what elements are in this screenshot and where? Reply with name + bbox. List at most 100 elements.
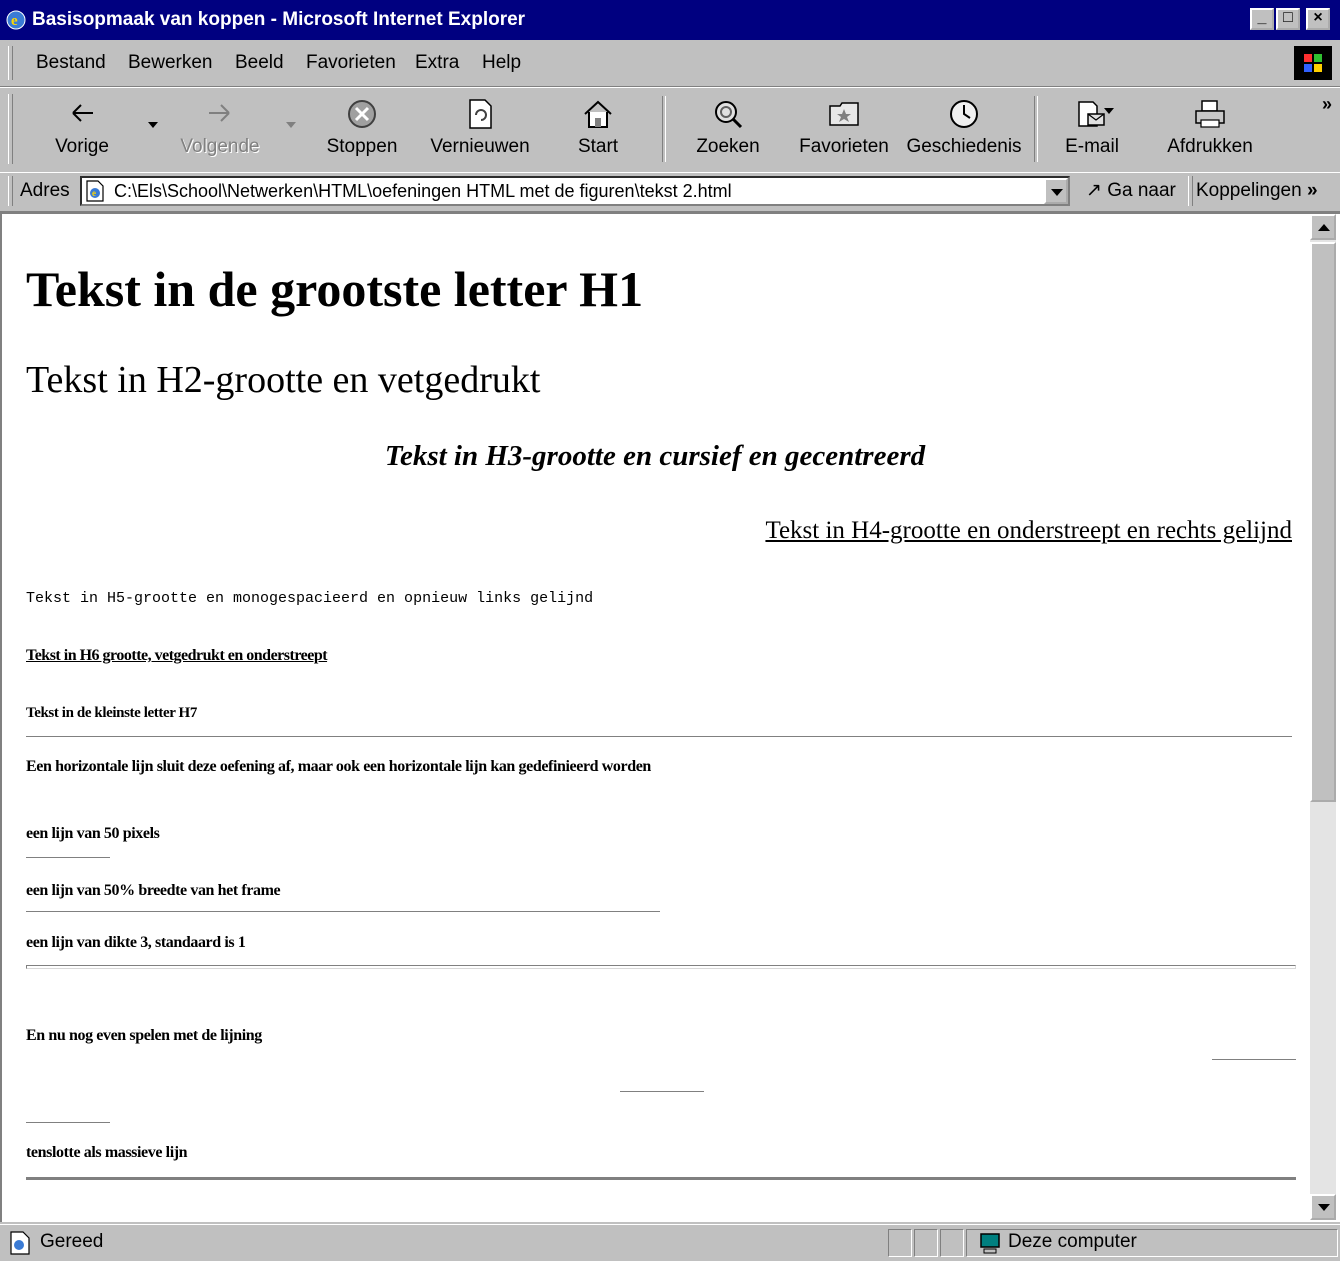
address-input[interactable]: e C:\Els\School\Netwerken\HTML\oefeninge…: [80, 176, 1070, 206]
maximize-button[interactable]: □: [1276, 8, 1300, 30]
heading-h2: Tekst in H2-grootte en vetgedrukt: [26, 359, 541, 401]
horizontal-rule-solid: [26, 1177, 1296, 1180]
favorites-button[interactable]: Favorieten: [796, 88, 892, 168]
horizontal-rule-center: [620, 1091, 704, 1093]
page-icon: e: [86, 180, 104, 202]
windows-logo-icon: [1294, 46, 1332, 80]
stop-icon: [348, 100, 376, 128]
stop-button[interactable]: Stoppen: [320, 88, 404, 168]
solid-line-text: tenslotte als massieve lijn: [26, 1144, 188, 1161]
home-button[interactable]: Start: [558, 88, 638, 168]
status-bar: Gereed Deze computer: [0, 1224, 1340, 1261]
print-label: Afdrukken: [1167, 136, 1253, 157]
menu-bestand[interactable]: Bestand: [36, 52, 106, 74]
search-icon: [715, 101, 743, 129]
window-title: Basisopmaak van koppen - Microsoft Inter…: [32, 9, 526, 30]
go-button[interactable]: ↗ Ga naar: [1086, 175, 1176, 207]
history-label: Geschiedenis: [906, 136, 1022, 157]
scroll-up-button[interactable]: [1310, 214, 1336, 240]
page-status-icon: [10, 1231, 30, 1255]
back-arrow-icon: [72, 104, 93, 122]
ie-logo-icon: e: [6, 10, 26, 30]
address-dropdown-button[interactable]: [1044, 178, 1068, 204]
title-bar[interactable]: e Basisopmaak van koppen - Microsoft Int…: [0, 0, 1340, 40]
address-label: Adres: [20, 180, 70, 201]
heading-h6: Tekst in H6 grootte, vetgedrukt en onder…: [26, 647, 328, 664]
status-pane: [888, 1229, 912, 1257]
menu-favorieten[interactable]: Favorieten: [306, 52, 396, 74]
menu-bar: Bestand Bewerken Beeld Favorieten Extra …: [0, 40, 1340, 87]
line-thick-text: een lijn van dikte 3, standaard is 1: [26, 934, 246, 951]
horizontal-rule-50px: [26, 857, 110, 859]
refresh-button[interactable]: Vernieuwen: [424, 88, 536, 168]
print-icon: [1195, 100, 1225, 128]
history-icon: [950, 100, 978, 128]
back-dropdown-icon[interactable]: [148, 122, 158, 128]
status-text: Gereed: [40, 1231, 104, 1252]
scroll-down-button[interactable]: [1310, 1194, 1336, 1220]
links-toolbar[interactable]: Koppelingen »: [1196, 175, 1318, 207]
horizontal-rule-thick: [26, 965, 1296, 969]
line-50pct-text: een lijn van 50% breedte van het frame: [26, 882, 281, 899]
address-url: C:\Els\School\Netwerken\HTML\oefeningen …: [114, 181, 732, 201]
horizontal-rule: [26, 736, 1292, 738]
search-button[interactable]: Zoeken: [686, 88, 770, 168]
home-label: Start: [577, 136, 619, 157]
line-50px-text: een lijn van 50 pixels: [26, 825, 160, 842]
address-bar: Adres e C:\Els\School\Netwerken\HTML\oef…: [0, 172, 1340, 212]
forward-button[interactable]: Volgende: [170, 88, 270, 168]
menu-beeld[interactable]: Beeld: [235, 52, 284, 74]
refresh-icon: [469, 99, 492, 129]
status-pane: [940, 1229, 964, 1257]
menubar-grip[interactable]: [8, 46, 13, 80]
history-button[interactable]: Geschiedenis: [906, 88, 1022, 168]
alignment-text: En nu nog even spelen met de lijning: [26, 1027, 262, 1044]
status-pane: [914, 1229, 938, 1257]
links-label: Koppelingen: [1196, 180, 1302, 201]
mail-button[interactable]: E-mail: [1050, 88, 1134, 168]
go-label: Ga naar: [1107, 180, 1176, 201]
horizontal-rule-50pct: [26, 911, 660, 913]
heading-h4: Tekst in H4-grootte en onderstreept en r…: [765, 517, 1292, 544]
svg-text:e: e: [92, 188, 96, 198]
back-label: Vorige: [55, 136, 109, 157]
heading-h3: Tekst in H3-grootte en cursief en gecent…: [384, 440, 926, 472]
links-grip[interactable]: [1188, 176, 1193, 206]
menu-extra[interactable]: Extra: [415, 52, 459, 74]
computer-icon: [980, 1233, 1000, 1254]
back-button[interactable]: Vorige: [40, 88, 124, 168]
minimize-button[interactable]: _: [1250, 8, 1274, 30]
forward-label: Volgende: [180, 136, 260, 157]
hr-intro-text: Een horizontale lijn sluit deze oefening…: [26, 758, 651, 775]
forward-dropdown-icon[interactable]: [286, 122, 296, 128]
stop-label: Stoppen: [326, 136, 398, 157]
forward-arrow-icon: [209, 104, 230, 122]
toolbar-grip[interactable]: [8, 94, 13, 164]
links-more-icon[interactable]: »: [1307, 180, 1318, 201]
horizontal-rule-right: [1212, 1059, 1296, 1061]
standard-toolbar: Vorige Volgende Stoppen Vernieuwen Start…: [0, 87, 1340, 173]
toolbar-more-button[interactable]: »: [1322, 94, 1332, 115]
content-frame: Tekst in de grootste letter H1 Tekst in …: [0, 212, 1340, 1222]
security-zone-text: Deze computer: [1008, 1231, 1137, 1252]
heading-h5: Tekst in H5-grootte en monogespacieerd e…: [26, 590, 594, 607]
heading-h1: Tekst in de grootste letter H1: [26, 261, 644, 317]
web-page: Tekst in de grootste letter H1 Tekst in …: [10, 214, 1310, 1220]
scroll-thumb[interactable]: [1310, 242, 1336, 802]
home-icon: [584, 100, 612, 128]
mail-icon: [1078, 101, 1105, 127]
horizontal-rule-left: [26, 1122, 110, 1124]
close-button[interactable]: ×: [1306, 8, 1330, 30]
heading-h7: Tekst in de kleinste letter H7: [26, 705, 197, 721]
print-button[interactable]: Afdrukken: [1160, 88, 1260, 168]
svg-text:e: e: [11, 13, 18, 29]
toolbar-separator: [1034, 96, 1038, 162]
mail-dropdown-icon[interactable]: [1104, 108, 1114, 114]
addressbar-grip[interactable]: [8, 176, 13, 206]
menu-bewerken[interactable]: Bewerken: [128, 52, 213, 74]
favorites-label: Favorieten: [799, 136, 889, 157]
menu-help[interactable]: Help: [482, 52, 521, 74]
toolbar-separator: [662, 96, 666, 162]
go-arrow-icon: ↗: [1086, 180, 1102, 201]
vertical-scrollbar[interactable]: [1310, 214, 1336, 1220]
